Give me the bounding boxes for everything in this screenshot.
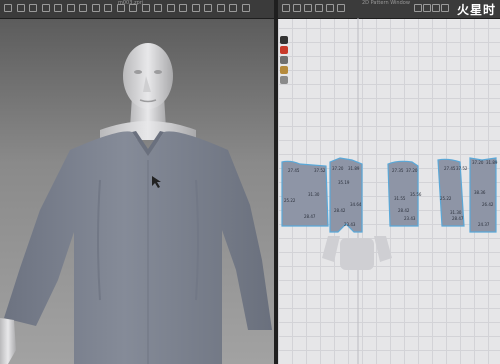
avatar-head bbox=[123, 43, 173, 109]
pattern-measure-label: 37.20 bbox=[406, 168, 418, 173]
pattern-measure-label: 34.64 bbox=[350, 202, 362, 207]
pattern-measure-label: 24.37 bbox=[478, 222, 490, 227]
pattern-measure-label: 28.42 bbox=[334, 208, 346, 213]
avatar-shadow bbox=[322, 236, 392, 270]
pattern-2d-viewport[interactable]: 2D Pattern Window 火星时 27.45 37.52 25.22 31.… bbox=[278, 0, 500, 364]
pattern-measure-label: 28.47 bbox=[304, 214, 316, 219]
pattern-piece-back-bodice[interactable]: 27.45 37.52 25.22 31.3028.47 bbox=[437, 158, 468, 227]
sweater-garment[interactable] bbox=[4, 131, 272, 364]
pattern-measure-label: 35.19 bbox=[338, 180, 350, 185]
pattern-piece-front-bodice-right[interactable]: 37.20 31.89 38.36 26.42 24.37 bbox=[469, 157, 498, 233]
pattern-measure-label: 37.20 bbox=[472, 160, 484, 165]
pattern-measure-label: 38.36 bbox=[474, 190, 486, 195]
pattern-measure-label: 37.20 bbox=[332, 166, 344, 171]
pattern-measure-label: 37.52 bbox=[456, 166, 468, 171]
pattern-measure-label: 23.43 bbox=[404, 216, 416, 221]
pattern-piece-sleeve-left[interactable]: 37.20 31.89 35.19 28.42 34.64 23.43 bbox=[329, 157, 363, 233]
pattern-measure-label: 28.47 bbox=[452, 216, 464, 221]
pattern-measure-label: 31.55 bbox=[394, 196, 406, 201]
pattern-measure-label: 31.89 bbox=[348, 166, 360, 171]
pattern-measure-label: 27.35 bbox=[392, 168, 404, 173]
pattern-measure-label: 31.89 bbox=[486, 160, 498, 165]
pattern-measure-label: 31.30 bbox=[450, 210, 462, 215]
pattern-measure-label: 27.45 bbox=[444, 166, 456, 171]
avatar-figure bbox=[0, 43, 272, 364]
pattern-measure-label: 27.45 bbox=[288, 168, 300, 173]
avatar-hand bbox=[0, 318, 16, 364]
pattern-measure-label: 28.42 bbox=[398, 208, 410, 213]
pattern-measure-label: 31.30 bbox=[308, 192, 320, 197]
pattern-piece-sleeve-right[interactable]: 27.35 37.20 31.55 35.56 28.42 23.43 bbox=[387, 160, 422, 227]
pattern-measure-label: 37.52 bbox=[314, 168, 326, 173]
pattern-measure-label: 25.22 bbox=[284, 198, 296, 203]
pattern-measure-label: 23.43 bbox=[344, 222, 356, 227]
pattern-layout: 27.45 37.5225.2231.3028.4737.20 31.8935.19… bbox=[281, 18, 498, 364]
pattern-measure-label: 26.42 bbox=[482, 202, 494, 207]
pattern-piece-front-bodice-left[interactable]: 27.45 37.52 25.22 31.30 28.47 bbox=[281, 160, 329, 227]
pattern-measure-label: 25.22 bbox=[440, 196, 452, 201]
pattern-measure-label: 35.56 bbox=[410, 192, 422, 197]
avatar-3d-viewport[interactable]: m003.zprj bbox=[0, 0, 274, 364]
